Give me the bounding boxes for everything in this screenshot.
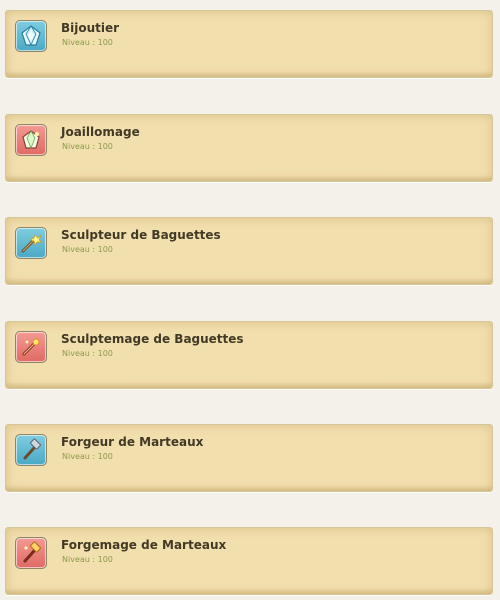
profession-name: Sculpteur de Baguettes bbox=[61, 228, 221, 242]
profession-name: Joaillomage bbox=[61, 125, 140, 139]
wand-magic-icon bbox=[15, 331, 47, 363]
profession-level: Niveau : 100 bbox=[62, 349, 113, 358]
profession-name: Forgemage de Marteaux bbox=[61, 538, 227, 552]
hammer-magic-icon bbox=[15, 537, 47, 569]
profession-name: Sculptemage de Baguettes bbox=[61, 332, 244, 346]
profession-name: Bijoutier bbox=[61, 21, 120, 35]
profession-level: Niveau : 100 bbox=[62, 245, 113, 254]
gem-icon bbox=[15, 20, 47, 52]
profession-card-sculpteur-de-baguettes[interactable]: Sculpteur de Baguettes Niveau : 100 bbox=[5, 217, 493, 285]
profession-name: Forgeur de Marteaux bbox=[61, 435, 204, 449]
profession-level: Niveau : 100 bbox=[62, 38, 113, 47]
profession-level: Niveau : 100 bbox=[62, 452, 113, 461]
profession-card-forgemage-de-marteaux[interactable]: Forgemage de Marteaux Niveau : 100 bbox=[5, 527, 493, 595]
profession-card-bijoutier[interactable]: Bijoutier Niveau : 100 bbox=[5, 10, 493, 78]
hammer-forging-icon bbox=[15, 434, 47, 466]
profession-card-joaillomage[interactable]: Joaillomage Niveau : 100 bbox=[5, 114, 493, 182]
wand-carving-icon bbox=[15, 227, 47, 259]
profession-list: Bijoutier Niveau : 100 Joaillomage Nivea… bbox=[0, 0, 500, 600]
profession-card-sculptemage-de-baguettes[interactable]: Sculptemage de Baguettes Niveau : 100 bbox=[5, 321, 493, 389]
gem-magic-icon bbox=[15, 124, 47, 156]
profession-level: Niveau : 100 bbox=[62, 142, 113, 151]
profession-level: Niveau : 100 bbox=[62, 555, 113, 564]
profession-card-forgeur-de-marteaux[interactable]: Forgeur de Marteaux Niveau : 100 bbox=[5, 424, 493, 492]
